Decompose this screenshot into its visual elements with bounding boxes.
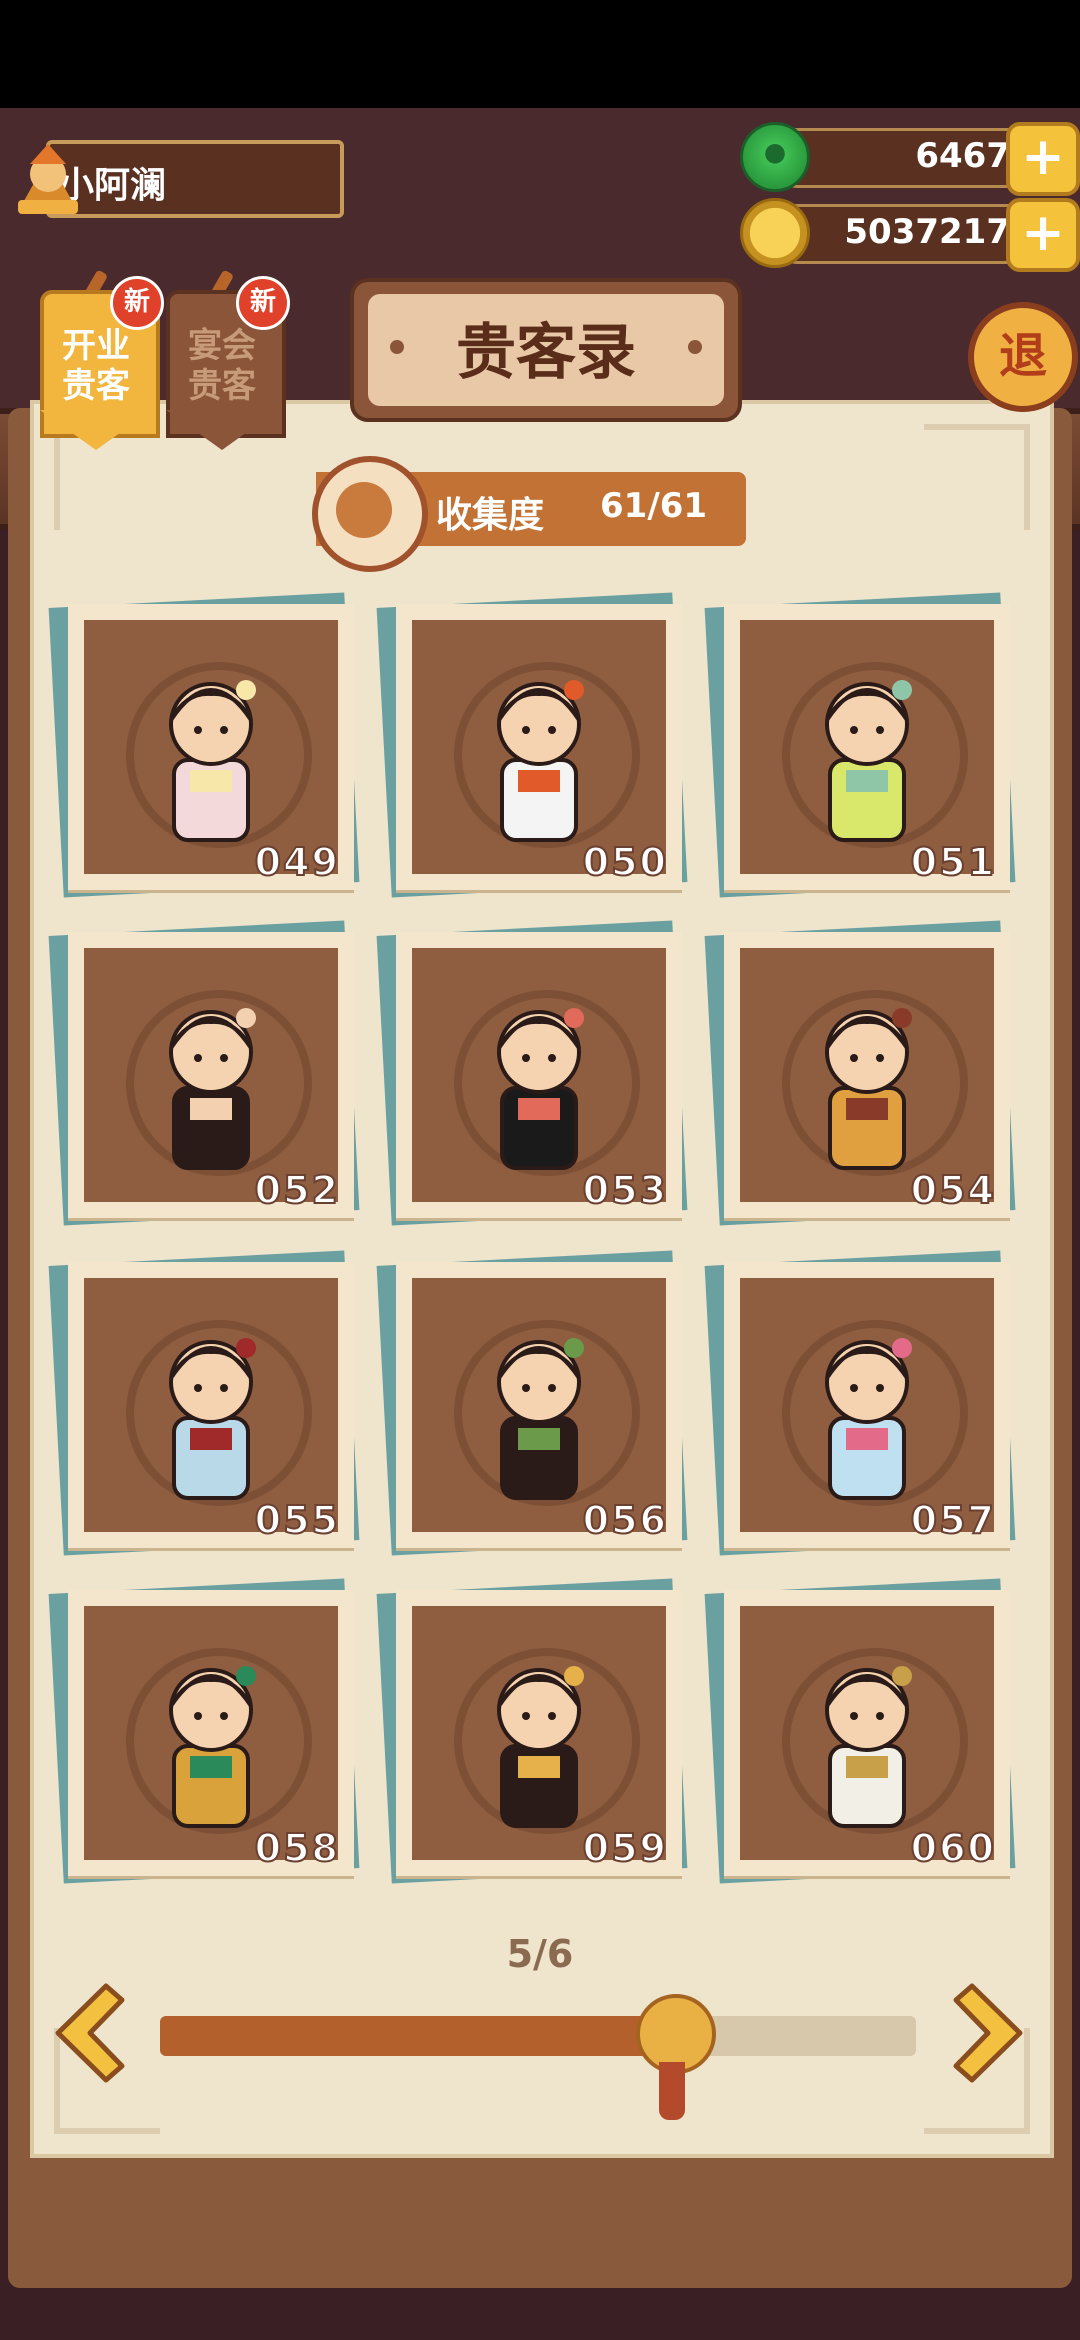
guest-portrait bbox=[84, 1278, 338, 1532]
guest-character-icon bbox=[825, 680, 912, 842]
guest-number: 050 bbox=[582, 839, 668, 885]
guest-card[interactable]: 052 bbox=[48, 920, 360, 1226]
new-badge: 新 bbox=[236, 276, 290, 330]
guest-portrait bbox=[84, 620, 338, 874]
guest-number: 060 bbox=[910, 1825, 996, 1871]
jade-value: 6467 bbox=[915, 136, 1010, 176]
tab-label-line1: 宴会 bbox=[188, 326, 256, 366]
coin-resource: 5037217 + bbox=[740, 198, 1080, 272]
guest-portrait bbox=[412, 1606, 666, 1860]
collection-value: 61/61 bbox=[600, 486, 708, 526]
guest-number: 059 bbox=[582, 1825, 668, 1871]
guest-card[interactable]: 060 bbox=[704, 1578, 1016, 1884]
guest-card[interactable]: 054 bbox=[704, 920, 1016, 1226]
coin-icon bbox=[740, 198, 810, 268]
guest-number: 055 bbox=[254, 1497, 340, 1543]
next-page-button[interactable] bbox=[952, 1978, 1032, 2088]
guest-number: 049 bbox=[254, 839, 340, 885]
jade-icon bbox=[740, 122, 810, 192]
add-jade-button[interactable]: + bbox=[1006, 122, 1080, 196]
guest-character-icon bbox=[497, 1008, 584, 1170]
collection-icon bbox=[312, 456, 428, 572]
tab-opening-guests[interactable]: 开业 贵客 新 bbox=[40, 269, 164, 450]
guest-portrait bbox=[412, 1278, 666, 1532]
page-indicator: 5/6 bbox=[506, 1932, 574, 1976]
chevron-right-icon bbox=[953, 1983, 1023, 2083]
page-slider-track[interactable] bbox=[160, 2016, 916, 2056]
guest-character-icon bbox=[825, 1008, 912, 1170]
guest-card[interactable]: 056 bbox=[376, 1250, 688, 1556]
guest-character-icon bbox=[169, 1338, 256, 1500]
jade-resource: 6467 + bbox=[740, 122, 1080, 196]
guest-portrait bbox=[740, 948, 994, 1202]
tab-label-line2: 贵客 bbox=[188, 366, 256, 406]
guest-character-icon bbox=[497, 1338, 584, 1500]
guest-number: 051 bbox=[910, 839, 996, 885]
guest-number: 054 bbox=[910, 1167, 996, 1213]
guest-portrait bbox=[740, 1278, 994, 1532]
chevron-left-icon bbox=[55, 1983, 125, 2083]
guest-portrait bbox=[412, 620, 666, 874]
player-info[interactable]: 小阿澜 bbox=[10, 138, 344, 218]
guest-number: 058 bbox=[254, 1825, 340, 1871]
guest-character-icon bbox=[825, 1338, 912, 1500]
guest-portrait bbox=[84, 948, 338, 1202]
guest-number: 057 bbox=[910, 1497, 996, 1543]
page-title: 贵客录 bbox=[456, 318, 636, 388]
collection-label: 收集度 bbox=[436, 495, 545, 536]
guest-card[interactable]: 059 bbox=[376, 1578, 688, 1884]
guest-character-icon bbox=[825, 1666, 912, 1828]
guest-portrait bbox=[740, 1606, 994, 1860]
guest-number: 052 bbox=[254, 1167, 340, 1213]
guest-card[interactable]: 055 bbox=[48, 1250, 360, 1556]
guest-number: 056 bbox=[582, 1497, 668, 1543]
guest-portrait bbox=[84, 1606, 338, 1860]
guest-number: 053 bbox=[582, 1167, 668, 1213]
tassel-decoration bbox=[659, 2062, 685, 2120]
guest-card[interactable]: 050 bbox=[376, 592, 688, 898]
coin-value: 5037217 bbox=[844, 212, 1010, 252]
guest-character-icon bbox=[497, 680, 584, 842]
fret-corner-decoration bbox=[924, 424, 1030, 530]
guest-character-icon bbox=[169, 1008, 256, 1170]
new-badge: 新 bbox=[110, 276, 164, 330]
exit-button[interactable]: 退 bbox=[968, 302, 1078, 412]
guest-portrait bbox=[740, 620, 994, 874]
guest-character-icon bbox=[497, 1666, 584, 1828]
tab-banquet-guests[interactable]: 宴会 贵客 新 bbox=[166, 269, 290, 450]
guest-portrait bbox=[412, 948, 666, 1202]
prev-page-button[interactable] bbox=[46, 1978, 126, 2088]
guest-card[interactable]: 049 bbox=[48, 592, 360, 898]
guest-card[interactable]: 058 bbox=[48, 1578, 360, 1884]
guest-character-icon bbox=[169, 680, 256, 842]
guest-card[interactable]: 053 bbox=[376, 920, 688, 1226]
add-coin-button[interactable]: + bbox=[1006, 198, 1080, 272]
tab-label-line2: 贵客 bbox=[62, 366, 130, 406]
guest-character-icon bbox=[169, 1666, 256, 1828]
player-avatar-icon[interactable] bbox=[10, 138, 86, 218]
tab-label-line1: 开业 bbox=[62, 326, 130, 366]
guest-card[interactable]: 051 bbox=[704, 592, 1016, 898]
guest-card[interactable]: 057 bbox=[704, 1250, 1016, 1556]
page-slider-fill bbox=[160, 2016, 672, 2056]
title-plaque: 贵客录 bbox=[350, 278, 742, 422]
